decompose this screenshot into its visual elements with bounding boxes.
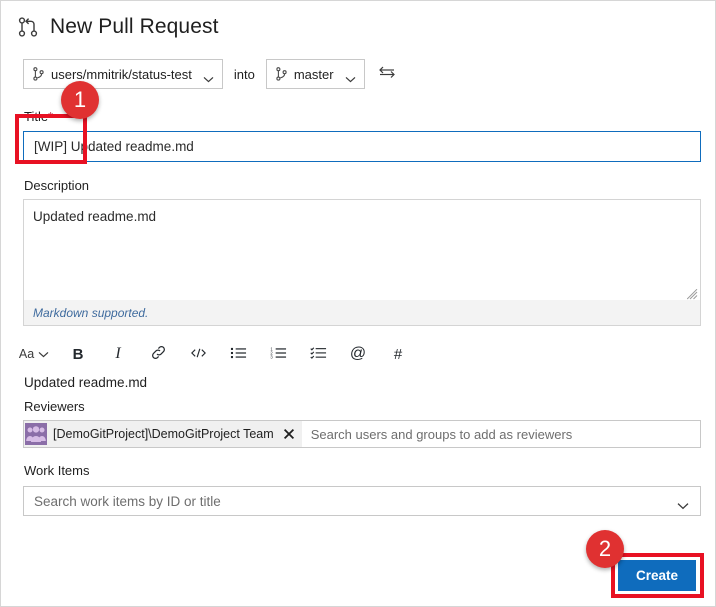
chevron-down-icon[interactable] xyxy=(677,497,689,510)
description-preview-text: Updated readme.md xyxy=(24,375,148,390)
swap-branches-button[interactable] xyxy=(377,64,397,84)
svg-text:3: 3 xyxy=(270,354,273,359)
chevron-down-icon xyxy=(38,347,49,361)
task-list-icon xyxy=(309,346,327,363)
resize-grip-icon[interactable] xyxy=(686,287,698,300)
title-field-label: Title* xyxy=(24,109,53,124)
pull-request-icon xyxy=(17,15,39,39)
annotation-badge-2: 2 xyxy=(586,530,624,568)
swap-arrows-icon xyxy=(378,65,396,84)
font-size-label: Aa xyxy=(18,347,35,361)
task-list-button[interactable] xyxy=(305,341,331,367)
reviewer-chip[interactable]: [DemoGitProject]\DemoGitProject Team xyxy=(24,421,302,447)
close-icon[interactable] xyxy=(282,427,296,441)
description-textarea[interactable]: Updated readme.md xyxy=(23,199,701,300)
work-items-input[interactable]: Search work items by ID or title xyxy=(23,486,701,516)
target-branch-label: master xyxy=(293,66,334,82)
reviewers-placeholder: Search users and groups to add as review… xyxy=(310,426,573,442)
description-footer: Markdown supported. xyxy=(23,300,701,326)
hashtag-button[interactable]: # xyxy=(385,341,411,367)
group-avatar-icon xyxy=(25,423,47,445)
mention-button[interactable]: @ xyxy=(345,341,371,367)
link-icon xyxy=(150,344,167,364)
bulleted-list-button[interactable] xyxy=(225,341,251,367)
target-branch-selector[interactable]: master xyxy=(265,59,365,89)
link-button[interactable] xyxy=(145,341,171,367)
create-button[interactable]: Create xyxy=(618,560,696,591)
branch-icon xyxy=(276,67,287,81)
code-button[interactable] xyxy=(185,341,211,367)
branch-icon xyxy=(33,67,44,81)
reviewer-name: [DemoGitProject]\DemoGitProject Team xyxy=(53,427,274,441)
annotation-badge-1: 1 xyxy=(61,81,99,119)
work-items-placeholder: Search work items by ID or title xyxy=(34,493,221,509)
italic-button[interactable]: I xyxy=(105,341,131,367)
description-value: Updated readme.md xyxy=(33,209,157,224)
required-marker: * xyxy=(48,109,54,124)
numbered-list-button[interactable]: 1 2 3 xyxy=(265,341,291,367)
markdown-toolbar: Aa B I 1 2 3 @ # xyxy=(18,339,421,369)
source-branch-selector[interactable]: users/mmitrik/status-test xyxy=(23,59,223,89)
chevron-down-icon xyxy=(345,71,356,82)
page-header: New Pull Request xyxy=(17,15,219,39)
into-label: into xyxy=(233,66,255,82)
page-title: New Pull Request xyxy=(50,15,219,38)
bulleted-list-icon xyxy=(230,346,247,363)
font-size-button[interactable]: Aa xyxy=(18,341,49,367)
new-pull-request-page: New Pull Request users/mmitrik/status-te… xyxy=(0,0,716,607)
markdown-supported-link[interactable]: Markdown supported. xyxy=(33,306,148,320)
at-mention-icon: @ xyxy=(349,345,367,362)
bold-icon: B xyxy=(72,345,84,363)
work-items-field-label: Work Items xyxy=(24,463,90,478)
chevron-down-icon xyxy=(203,71,214,82)
reviewers-field-label: Reviewers xyxy=(24,399,85,414)
numbered-list-icon: 1 2 3 xyxy=(270,346,287,363)
code-icon xyxy=(189,346,208,363)
bold-button[interactable]: B xyxy=(65,341,91,367)
hashtag-icon: # xyxy=(393,345,403,363)
reviewers-input[interactable]: [DemoGitProject]\DemoGitProject Team Sea… xyxy=(23,420,701,448)
title-input-value: [WIP] Updated readme.md xyxy=(34,139,194,154)
title-label-text: Title xyxy=(24,109,49,124)
italic-icon: I xyxy=(115,345,121,362)
source-branch-label: users/mmitrik/status-test xyxy=(51,66,192,82)
description-field-label: Description xyxy=(24,178,90,193)
title-input[interactable]: [WIP] Updated readme.md xyxy=(23,131,701,162)
